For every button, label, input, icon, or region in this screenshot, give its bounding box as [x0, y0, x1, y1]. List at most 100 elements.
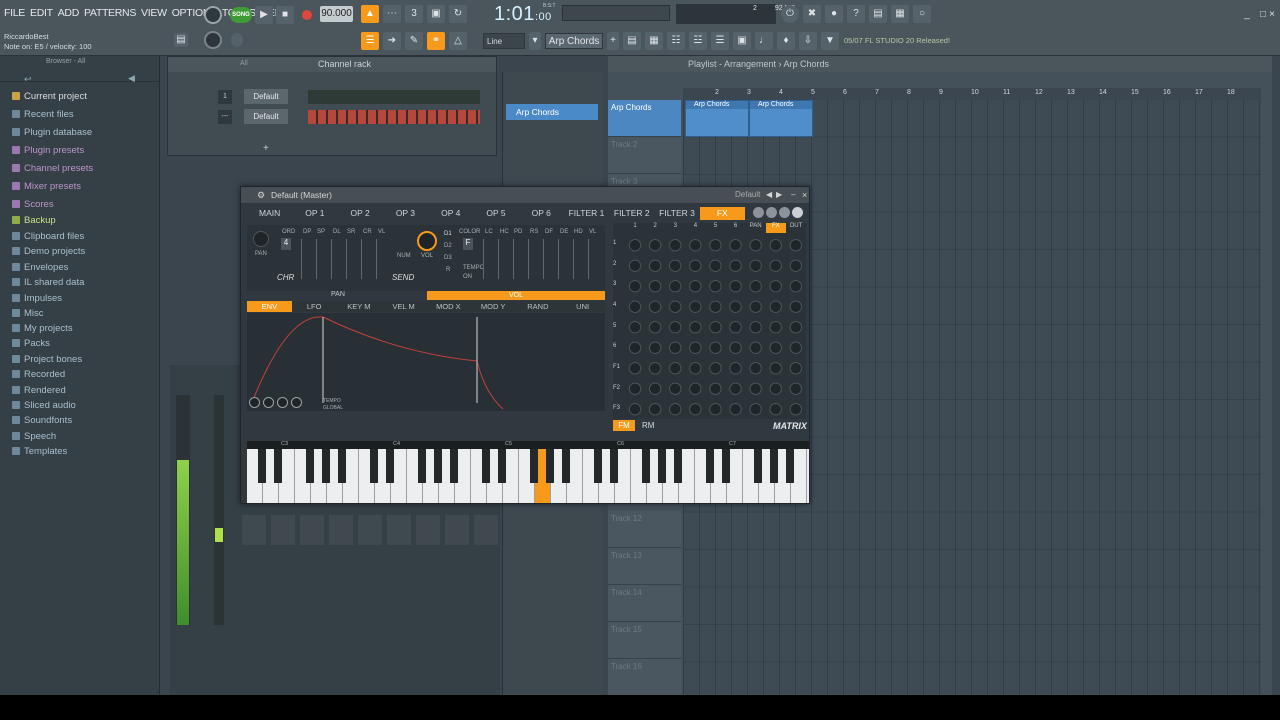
record-icon[interactable]	[298, 6, 316, 24]
mod-tab-env[interactable]: ENV	[247, 301, 292, 312]
browser-item-plugin-presets[interactable]: Plugin presets	[12, 145, 84, 156]
download-icon[interactable]: ▼	[821, 32, 839, 50]
snap-selector[interactable]: Line	[483, 33, 525, 49]
track-header[interactable]: Track 12	[608, 511, 681, 548]
channel-mixer-track[interactable]: ---	[218, 110, 232, 124]
tuner-icon[interactable]: ♩	[755, 32, 773, 50]
header-circle-icon[interactable]	[779, 207, 790, 218]
browser-item-soundfonts[interactable]: Soundfonts	[12, 415, 72, 426]
mod-tab-rand[interactable]: RAND	[516, 301, 561, 312]
plugin-icon[interactable]: ▦	[891, 5, 909, 23]
tab-op4[interactable]: OP 4	[428, 207, 473, 220]
d2-label[interactable]: D2	[444, 243, 452, 249]
browser-item-channel-presets[interactable]: Channel presets	[12, 163, 93, 174]
browser-item-current-project[interactable]: Current project	[12, 91, 87, 102]
envelope-editor[interactable]: TEMPO GLOBAL	[247, 313, 605, 411]
menu-file[interactable]: FILE	[4, 7, 25, 19]
env-rel-knob[interactable]	[291, 397, 302, 408]
pattern-selector[interactable]: Arp Chords	[545, 33, 603, 49]
master-volume-slider[interactable]	[562, 5, 670, 21]
browser-item-scores[interactable]: Scores	[12, 199, 54, 210]
browser-item-sliced-audio[interactable]: Sliced audio	[12, 400, 76, 411]
tempo-label[interactable]: TEMPO	[463, 265, 484, 271]
main-pitch-knob[interactable]	[231, 33, 243, 47]
pan-knob[interactable]	[253, 231, 269, 247]
piano-keyboard[interactable]: C3 C4 C5 C6 C7	[247, 441, 809, 503]
tab-filter2[interactable]: FILTER 2	[609, 207, 654, 220]
on-label[interactable]: ON	[463, 274, 472, 280]
chr-label[interactable]: CHR	[277, 273, 294, 282]
news-ticker[interactable]: 05/07 FL STUDIO 20 Released!	[844, 36, 950, 45]
browser-item-envelopes[interactable]: Envelopes	[12, 262, 68, 273]
tab-filter3[interactable]: FILTER 3	[654, 207, 699, 220]
menu-patterns[interactable]: PATTERNS	[84, 7, 136, 19]
env-att-knob[interactable]	[249, 397, 260, 408]
link-icon[interactable]: ⚭	[427, 32, 445, 50]
browser-item-impulses[interactable]: Impulses	[12, 293, 62, 304]
tab-filter1[interactable]: FILTER 1	[564, 207, 609, 220]
mod-tab-mody[interactable]: MOD Y	[471, 301, 516, 312]
d3-label[interactable]: D3	[444, 255, 452, 261]
step-edit-icon[interactable]: ▣	[427, 5, 445, 23]
tab-op3[interactable]: OP 3	[383, 207, 428, 220]
tab-op6[interactable]: OP 6	[519, 207, 564, 220]
browser-item-mixer-presets[interactable]: Mixer presets	[12, 181, 81, 192]
preset-prev-icon[interactable]: ◀	[766, 187, 772, 203]
env-dec-knob[interactable]	[263, 397, 274, 408]
mod-tab-modx[interactable]: MOD X	[426, 301, 471, 312]
mod-tab-keym[interactable]: KEY M	[337, 301, 382, 312]
pattern-clip[interactable]: Arp Chords	[685, 100, 749, 137]
main-volume-knob[interactable]	[204, 31, 222, 49]
mod-tab-velm[interactable]: VEL M	[381, 301, 426, 312]
pattern-song-knob-icon[interactable]	[204, 6, 222, 24]
mixer-view-icon[interactable]: ☳	[689, 32, 707, 50]
stop-icon[interactable]: ■	[276, 6, 294, 24]
tab-op5[interactable]: OP 5	[473, 207, 518, 220]
browser-back-icon[interactable]: ↩	[24, 74, 32, 85]
timeline-ruler[interactable]: 2 3 4 5 6 7 8 9 10 11 12 13 14 15 16 17 18	[683, 88, 1261, 100]
fm-tab[interactable]: FM	[613, 420, 635, 431]
tab-op2[interactable]: OP 2	[338, 207, 383, 220]
channel-mini-roll[interactable]	[308, 90, 480, 104]
menu-add[interactable]: ADD	[58, 7, 80, 19]
track-header[interactable]: Track 15	[608, 622, 681, 659]
track-header[interactable]: Track 14	[608, 585, 681, 622]
browser-item-packs[interactable]: Packs	[12, 338, 50, 349]
channel-name-button[interactable]: Default	[244, 89, 288, 104]
piano-roll-view-icon[interactable]: ▦	[645, 32, 663, 50]
d1-label[interactable]: D1	[444, 231, 452, 237]
black-keys[interactable]	[247, 449, 809, 483]
env-sus-knob[interactable]	[277, 397, 288, 408]
track-header[interactable]: Track 16	[608, 659, 681, 695]
track-header[interactable]: Arp Chords	[608, 100, 681, 137]
arrow-right-icon[interactable]: ➜	[383, 32, 401, 50]
pencil-icon[interactable]: ✎	[405, 32, 423, 50]
browser-item-il-shared-data[interactable]: IL shared data	[12, 277, 84, 288]
plugin-picker-icon[interactable]: ▣	[733, 32, 751, 50]
track-header[interactable]: Track 13	[608, 548, 681, 585]
chat-icon[interactable]: ○	[913, 5, 931, 23]
channel-step-sequencer[interactable]	[308, 110, 480, 124]
mod-tab-uni[interactable]: UNI	[560, 301, 605, 312]
plugin-preset-name[interactable]: Default	[735, 187, 760, 203]
close-icon[interactable]: ×	[802, 187, 807, 203]
recording-icon[interactable]: ♦	[777, 32, 795, 50]
browser-item-rendered[interactable]: Rendered	[12, 385, 66, 396]
playlist-icon[interactable]: ☰	[361, 32, 379, 50]
help-icon[interactable]: ?	[847, 5, 865, 23]
channel-name-button[interactable]: Default	[244, 109, 288, 124]
browser-view-icon[interactable]: ☰	[711, 32, 729, 50]
channel-mixer-track[interactable]: 1	[218, 90, 232, 104]
playlist-view-icon[interactable]: ▤	[623, 32, 641, 50]
countdown-icon[interactable]: 3	[405, 5, 423, 23]
browser-item-recent-files[interactable]: Recent files	[12, 109, 74, 120]
browser-item-clipboard-files[interactable]: Clipboard files	[12, 231, 84, 242]
song-mode-toggle[interactable]: SONG	[230, 7, 252, 23]
master-fader-track[interactable]	[214, 395, 224, 625]
play-icon[interactable]: ▶	[255, 6, 273, 24]
channel-filter[interactable]: All	[240, 60, 248, 67]
channel-row[interactable]: 1 Default	[168, 89, 498, 106]
browser-item-recorded[interactable]: Recorded	[12, 369, 65, 380]
browser-item-plugin-database[interactable]: Plugin database	[12, 127, 92, 138]
chevron-down-icon[interactable]: ▾	[529, 32, 541, 50]
